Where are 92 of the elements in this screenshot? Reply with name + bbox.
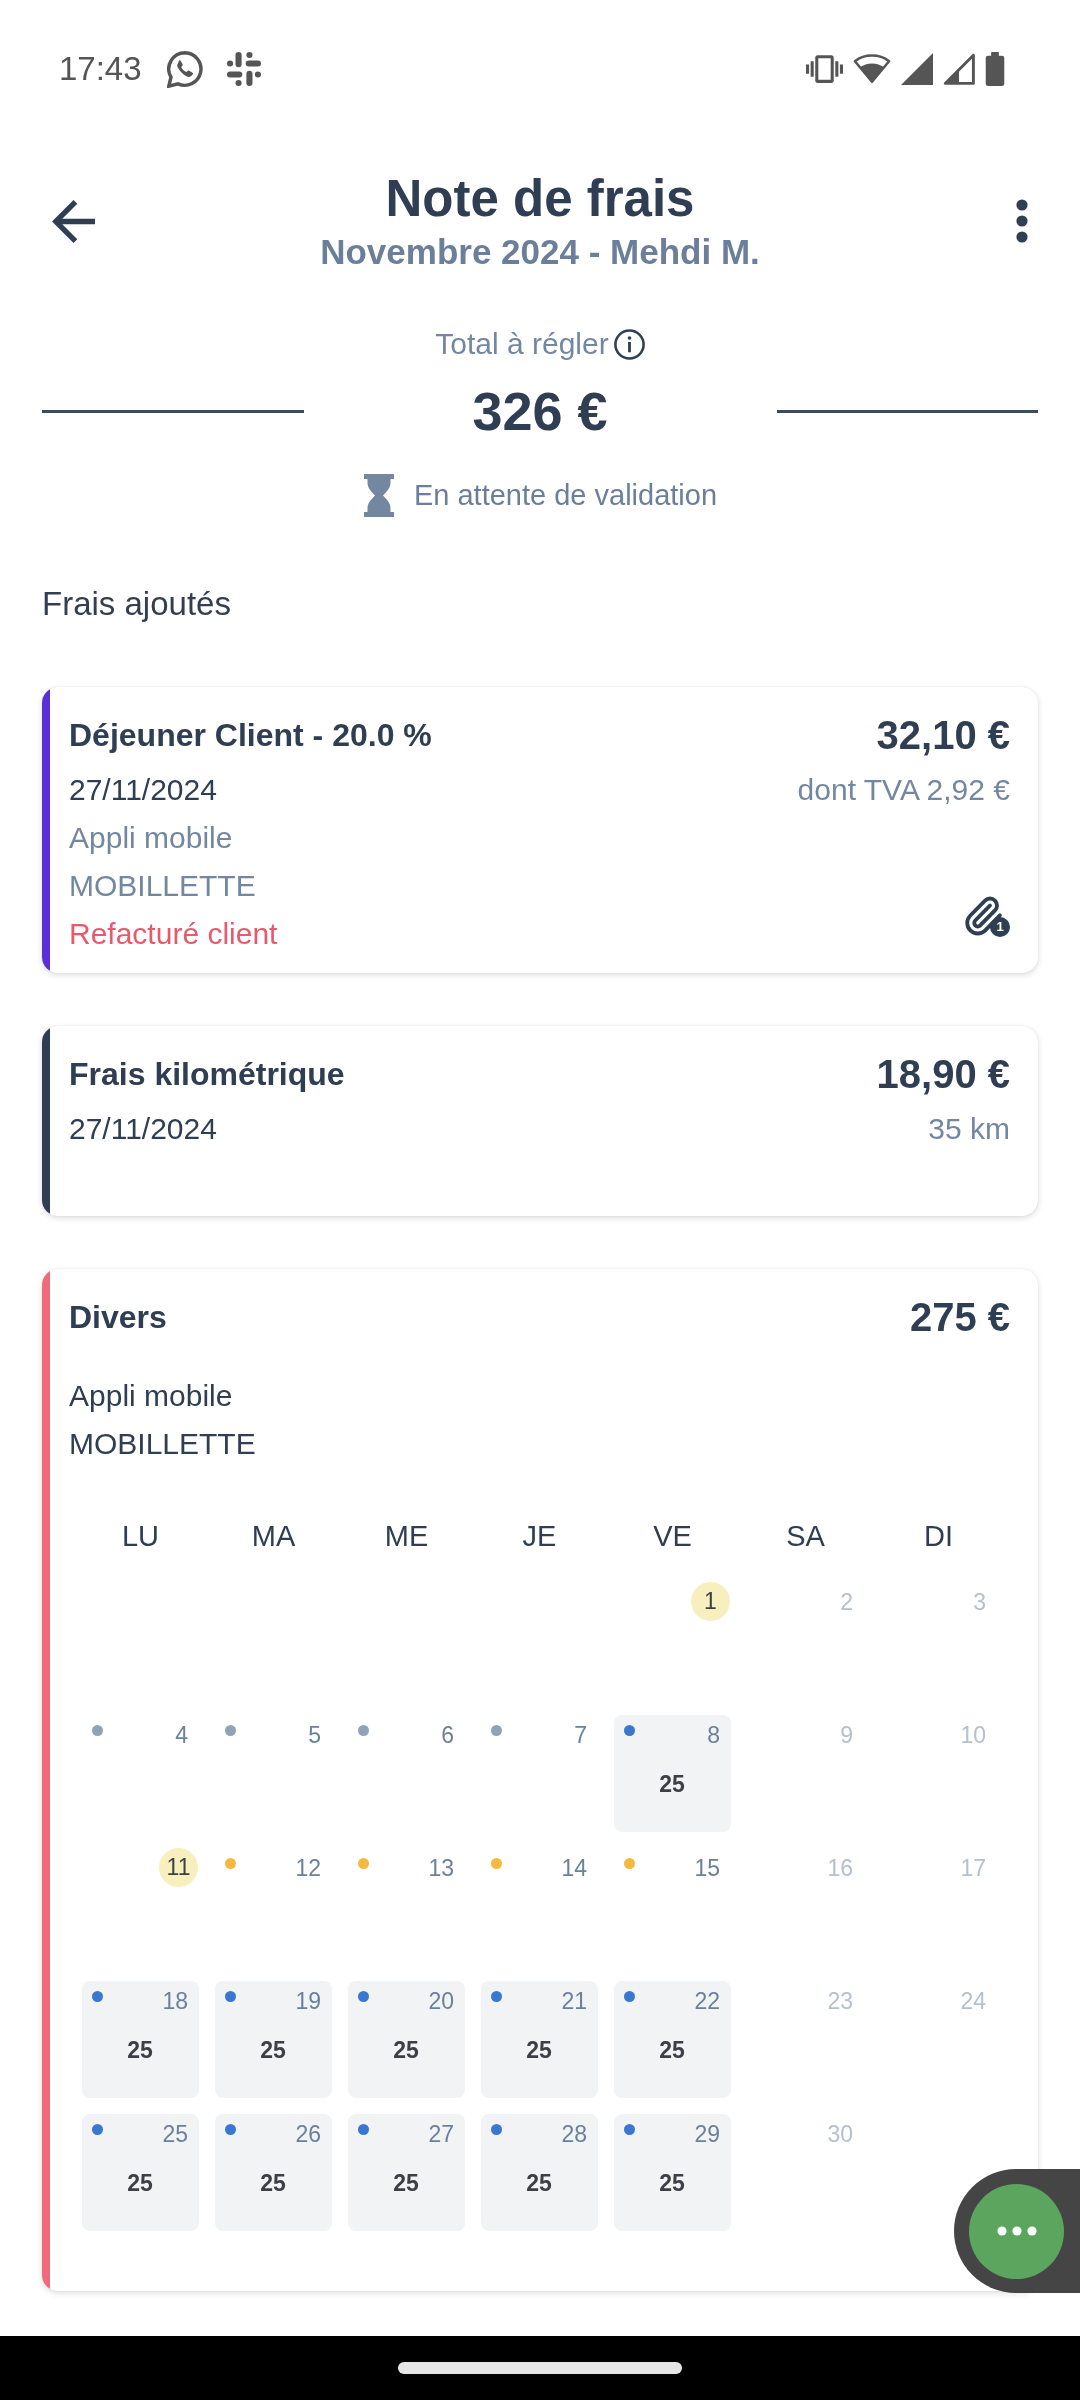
- day-number[interactable]: 6: [441, 1723, 454, 1747]
- paperclip-icon[interactable]: [962, 895, 1004, 937]
- page-title: Note de frais: [385, 169, 695, 229]
- day-number[interactable]: 15: [694, 1856, 720, 1880]
- vibrate-icon: [806, 54, 843, 84]
- expense-card[interactable]: Déjeuner Client - 20.0 % 32,10 € 27/11/2024 dont TVA 2,92 € Appli mobile MOBILLETTE Refacturé client 1: [42, 687, 1038, 973]
- expense-detail: 35 km: [928, 1111, 1010, 1147]
- attachment-count-badge: 1: [990, 917, 1010, 937]
- section-title: Frais ajoutés: [42, 584, 231, 624]
- back-button[interactable]: [52, 199, 95, 243]
- day-number[interactable]: 12: [295, 1856, 321, 1880]
- expense-amount: 32,10 €: [876, 712, 1010, 758]
- day-cell[interactable]: 21 25: [481, 1981, 598, 2098]
- expense-amount: 18,90 €: [876, 1051, 1010, 1097]
- day-number: 20: [428, 1989, 454, 2013]
- status-time: 17:43: [59, 49, 142, 89]
- day-cell[interactable]: 26 25: [215, 2114, 332, 2231]
- battery-icon: [985, 52, 1005, 86]
- day-cell[interactable]: 19 25: [215, 1981, 332, 2098]
- day-number[interactable]: 13: [428, 1856, 454, 1880]
- expense-title: Divers: [69, 1298, 167, 1337]
- expense-detail: dont TVA 2,92 €: [797, 772, 1010, 808]
- weekday-label: JE: [521, 1519, 558, 1554]
- weekday-label: SA: [785, 1519, 826, 1554]
- expense-card[interactable]: Frais kilométrique 18,90 € 27/11/2024 35 km: [42, 1026, 1038, 1216]
- expense-info-line: MOBILLETTE: [69, 1426, 256, 1462]
- day-amount: 25: [659, 1770, 685, 1799]
- day-number: 22: [694, 1989, 720, 2013]
- day-number[interactable]: 1: [691, 1582, 730, 1621]
- day-amount: 25: [393, 2169, 419, 2198]
- day-number[interactable]: 14: [561, 1856, 587, 1880]
- day-cell[interactable]: 18 25: [82, 1981, 199, 2098]
- hourglass-icon: [362, 473, 395, 517]
- day-amount: 25: [260, 2169, 286, 2198]
- info-icon[interactable]: [613, 328, 645, 360]
- day-amount: 25: [393, 2036, 419, 2065]
- total-label: Total à régler: [435, 326, 609, 362]
- day-amount: 25: [127, 2036, 153, 2065]
- dots-icon: [996, 2226, 1037, 2236]
- status-text: En attente de validation: [413, 478, 718, 513]
- phone-bubble-icon: [166, 50, 204, 88]
- day-cell[interactable]: 8 25: [614, 1715, 731, 1832]
- day-cell[interactable]: 25 25: [82, 2114, 199, 2231]
- weekday-label: VE: [652, 1519, 693, 1554]
- weekday-label: MA: [250, 1519, 297, 1554]
- expense-amount: 275 €: [909, 1294, 1010, 1340]
- more-button[interactable]: [1016, 199, 1028, 243]
- day-amount: 25: [526, 2169, 552, 2198]
- day-number[interactable]: 4: [175, 1723, 188, 1747]
- day-amount: 25: [659, 2169, 685, 2198]
- day-number: 21: [561, 1989, 587, 2013]
- day-cell[interactable]: 20 25: [348, 1981, 465, 2098]
- weekday-label: DI: [923, 1519, 954, 1554]
- expense-title: Déjeuner Client - 20.0 %: [69, 716, 432, 755]
- wifi-icon: [853, 54, 891, 84]
- rebilled-note: Refacturé client: [69, 916, 278, 952]
- day-number: 25: [162, 2122, 188, 2146]
- day-cell[interactable]: 28 25: [481, 2114, 598, 2231]
- expense-info-line: MOBILLETTE: [69, 868, 257, 904]
- total-amount: 326 €: [471, 381, 609, 441]
- day-number: 28: [561, 2122, 587, 2146]
- arrow-left-icon: [52, 199, 95, 243]
- day-number: 18: [162, 1989, 188, 2013]
- day-number[interactable]: 5: [308, 1723, 321, 1747]
- day-number: 8: [707, 1723, 720, 1747]
- day-cell[interactable]: 22 25: [614, 1981, 731, 2098]
- page-subtitle: Novembre 2024 - Mehdi M.: [320, 231, 760, 273]
- day-number: 19: [295, 1989, 321, 2013]
- day-amount: 25: [127, 2169, 153, 2198]
- expense-card[interactable]: Divers 275 € Appli mobile MOBILLETTE LU MA ME JE VE SA DI 1 2 3 4 5 6 7 8 25 9 10 11 12 13 14 15 16 17 18 25 19 25 20 25 21 25 22 25 23 24 25 25 26 25 27 25 28 25 29 25 30: [42, 1269, 1038, 2291]
- day-amount: 25: [260, 2036, 286, 2065]
- day-amount: 25: [526, 2036, 552, 2065]
- day-cell[interactable]: 27 25: [348, 2114, 465, 2231]
- expense-info-line: Appli mobile: [69, 1378, 234, 1414]
- day-number[interactable]: 11: [159, 1848, 198, 1887]
- signal-icon: [943, 53, 975, 85]
- expense-info-line: Appli mobile: [69, 820, 234, 856]
- expense-date: 27/11/2024: [69, 1111, 217, 1147]
- day-number: 29: [694, 2122, 720, 2146]
- day-number[interactable]: 7: [574, 1723, 587, 1747]
- side-panel-handle[interactable]: [954, 2169, 1080, 2293]
- weekday-label: LU: [120, 1519, 161, 1554]
- kebab-icon: [1016, 199, 1028, 243]
- day-cell[interactable]: 29 25: [614, 2114, 731, 2231]
- hash-icon: [226, 52, 261, 86]
- day-number: 27: [428, 2122, 454, 2146]
- weekday-label: ME: [383, 1519, 430, 1554]
- signal-icon: [901, 53, 933, 85]
- day-number: 26: [295, 2122, 321, 2146]
- day-amount: 25: [659, 2036, 685, 2065]
- expense-title: Frais kilométrique: [69, 1055, 345, 1094]
- expense-date: 27/11/2024: [69, 772, 217, 808]
